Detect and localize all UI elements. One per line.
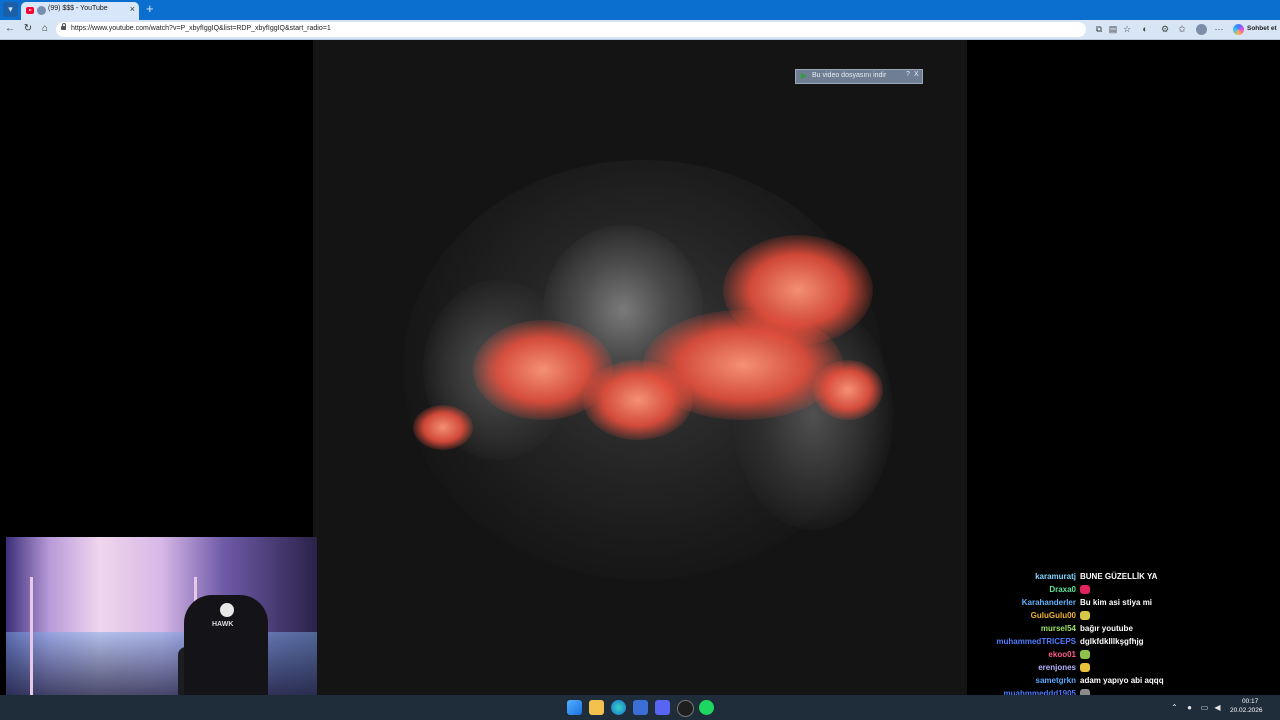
video-album-art: Bu video dosyasını indir ? X (313, 40, 967, 695)
chat-message: sametgrkn adam yapıyo abi aqqq (990, 676, 1280, 689)
chat-username[interactable]: ekoo01 (1048, 650, 1076, 659)
chat-username[interactable]: Draxa0 (1049, 585, 1076, 594)
chat-username[interactable]: GuluGulu00 (1031, 611, 1076, 620)
chat-emote-icon (1080, 650, 1090, 660)
app-available-icon[interactable]: ⧉ (1094, 24, 1104, 34)
favorites-icon[interactable]: ✩ (1177, 24, 1187, 34)
tab-audio-icon[interactable] (37, 6, 46, 15)
art-red-splash (813, 360, 883, 420)
home-icon[interactable]: ⌂ (39, 23, 51, 35)
tab-youtube[interactable]: (99) $$$ - YouTube × (21, 2, 139, 20)
windows-taskbar: ⌃ ● ▭ ◀ 00:17 20.02.2026 (0, 695, 1280, 720)
tab-actions-menu-icon[interactable]: ▾ (3, 2, 18, 17)
url-text[interactable]: https://www.youtube.com/watch?v=P_xbyfIg… (71, 25, 331, 32)
store-icon[interactable] (633, 700, 648, 715)
chat-message-text: BUNE GÜZELLİK YA (1080, 572, 1158, 581)
reader-view-icon[interactable]: ▤ (1108, 24, 1118, 34)
gaming-chair: HAWK (184, 595, 268, 710)
chat-emote-icon (1080, 585, 1090, 595)
chat-message: Karahanderler Bu kim asi stiya mi (990, 598, 1280, 611)
art-red-splash (413, 405, 473, 450)
chat-username[interactable]: mursel54 (1041, 624, 1076, 633)
refresh-icon[interactable]: ↻ (22, 23, 34, 35)
new-tab-button[interactable]: + (146, 1, 154, 16)
webcam-overlay: HAWK (6, 537, 317, 710)
network-icon[interactable]: ▭ (1200, 703, 1209, 712)
chat-username[interactable]: erenjones (1038, 663, 1076, 672)
spotify-icon[interactable] (699, 700, 714, 715)
chat-message-text (1080, 585, 1090, 595)
copilot-icon[interactable] (1233, 24, 1244, 35)
download-close-button[interactable]: X (914, 71, 919, 78)
microphone-icon[interactable]: ● (1185, 703, 1194, 712)
volume-icon[interactable]: ◀ (1213, 703, 1222, 712)
youtube-favicon-icon (26, 7, 34, 14)
play-icon (801, 73, 807, 79)
browser-toolbar: ← ↻ ⌂ https://www.youtube.com/watch?v=P_… (0, 20, 1280, 40)
chat-message-text (1080, 663, 1090, 673)
extension-icon[interactable]: ◐ (1140, 24, 1150, 34)
chair-brand: HAWK (212, 621, 234, 628)
download-help-button[interactable]: ? (906, 71, 910, 78)
chat-message-text: bağır youtube (1080, 624, 1133, 633)
chat-message: ekoo01 (990, 650, 1280, 663)
discord-icon[interactable] (655, 700, 670, 715)
obs-icon[interactable] (677, 700, 694, 717)
clock-time[interactable]: 00:17 (1242, 698, 1258, 705)
chat-message: GuluGulu00 (990, 611, 1280, 624)
chat-message-text: dglkfdklllkşgfhjg (1080, 637, 1144, 646)
chat-message-text (1080, 611, 1090, 621)
chat-button[interactable]: Sohbet et (1247, 25, 1277, 32)
chat-username[interactable]: Karahanderler (1022, 598, 1076, 607)
chat-username[interactable]: sametgrkn (1036, 676, 1076, 685)
chat-message-text: Bu kim asi stiya mi (1080, 598, 1153, 607)
chair-logo-icon (220, 603, 234, 617)
chat-emote-icon (1080, 663, 1090, 673)
download-label[interactable]: Bu video dosyasını indir (812, 72, 886, 79)
settings-icon[interactable]: ⚙ (1160, 24, 1170, 34)
chat-message: muhammedTRICEPS dglkfdklllkşgfhjg (990, 637, 1280, 650)
webcam-lamp-pole (30, 577, 33, 697)
chat-emote-icon (1080, 611, 1090, 621)
back-icon[interactable]: ← (4, 23, 16, 35)
favorite-star-icon[interactable]: ☆ (1122, 24, 1132, 34)
clock-date[interactable]: 20.02.2026 (1230, 707, 1263, 714)
chat-username[interactable]: karamuratj (1035, 572, 1076, 581)
tab-close-icon[interactable]: × (130, 4, 135, 14)
address-bar[interactable]: https://www.youtube.com/watch?v=P_xbyfIg… (56, 22, 1086, 37)
tray-chevron-icon[interactable]: ⌃ (1170, 703, 1179, 712)
chat-username[interactable]: muhammedTRICEPS (996, 637, 1076, 646)
more-menu-icon[interactable]: ⋯ (1214, 24, 1224, 34)
download-video-bar[interactable]: Bu video dosyasını indir ? X (795, 69, 923, 84)
edge-browser-icon[interactable] (611, 700, 626, 715)
start-menu-icon[interactable] (567, 700, 582, 715)
browser-tab-strip: ▾ (99) $$$ - YouTube × + (0, 0, 1280, 20)
chat-message-text (1080, 650, 1090, 660)
tab-title: (99) $$$ - YouTube (48, 5, 108, 12)
art-red-splash (583, 360, 693, 440)
chat-message: mursel54 bağır youtube (990, 624, 1280, 637)
profile-avatar[interactable] (1196, 24, 1207, 35)
lock-icon[interactable] (61, 23, 66, 30)
chat-message: erenjones (990, 663, 1280, 676)
chat-message: Draxa0 (990, 585, 1280, 598)
file-explorer-icon[interactable] (589, 700, 604, 715)
chat-message: karamuratj BUNE GÜZELLİK YA (990, 572, 1280, 585)
chat-message-text: adam yapıyo abi aqqq (1080, 676, 1164, 685)
